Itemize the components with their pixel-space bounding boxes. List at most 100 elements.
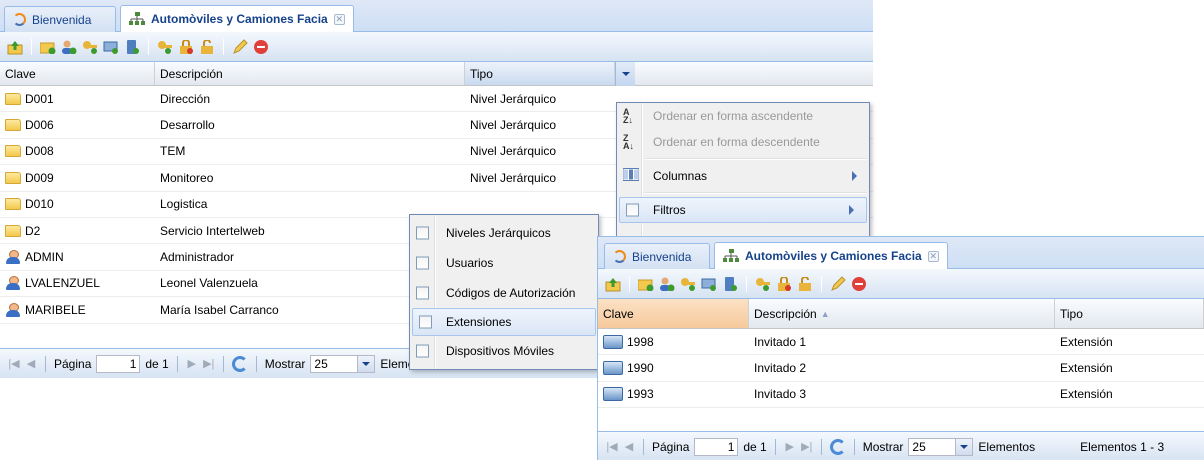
swirl-icon bbox=[613, 250, 626, 263]
next-page-icon[interactable]: ▶ bbox=[784, 440, 796, 453]
filter-item-niveles[interactable]: Niveles Jerárquicos bbox=[410, 218, 598, 248]
cell-tipo: Nivel Jerárquico bbox=[470, 91, 557, 106]
add-device-button[interactable] bbox=[721, 275, 739, 293]
column-header-descripcion[interactable]: Descripción ▲ bbox=[749, 299, 1055, 328]
page-size-select[interactable]: 25 bbox=[908, 437, 974, 456]
page-size-select[interactable]: 25 bbox=[310, 354, 376, 373]
menu-separator bbox=[645, 158, 867, 160]
last-page-icon[interactable]: ▶| bbox=[203, 357, 215, 370]
menu-item-sort-desc[interactable]: Z A↓ Ordenar en forma descendente bbox=[617, 129, 869, 155]
menu-item-columns[interactable]: Columnas bbox=[617, 163, 869, 189]
filter-item-extensiones[interactable]: Extensiones bbox=[412, 308, 596, 336]
close-icon[interactable]: ✕ bbox=[333, 13, 345, 25]
filter-item-usuarios[interactable]: Usuarios bbox=[410, 248, 598, 278]
filter-submenu: Niveles Jerárquicos Usuarios Códigos de … bbox=[409, 214, 599, 370]
tab-bienvenida[interactable]: Bienvenida bbox=[4, 6, 116, 32]
close-icon[interactable]: ✕ bbox=[927, 250, 939, 262]
chevron-down-icon[interactable] bbox=[358, 354, 376, 373]
column-title: Clave bbox=[5, 66, 36, 81]
add-phone-button[interactable] bbox=[700, 275, 718, 293]
grid-header: Clave Descripción Tipo bbox=[0, 62, 873, 86]
table-row[interactable]: 1998 Invitado 1 Extensión bbox=[598, 329, 1204, 356]
add-device-button[interactable] bbox=[123, 38, 141, 56]
org-chart-icon bbox=[129, 12, 145, 26]
cell-clave: D008 bbox=[25, 144, 54, 159]
pager-separator bbox=[222, 355, 224, 372]
filter-item-codigos[interactable]: Códigos de Autorización bbox=[410, 278, 598, 308]
last-page-icon[interactable]: ▶| bbox=[801, 440, 813, 453]
delete-button[interactable] bbox=[252, 38, 270, 56]
assign-key-button[interactable] bbox=[156, 38, 174, 56]
add-key-button[interactable] bbox=[81, 38, 99, 56]
column-menu-trigger[interactable] bbox=[615, 62, 635, 86]
page-label: Página bbox=[54, 356, 92, 371]
checkbox[interactable] bbox=[416, 226, 429, 240]
checkbox[interactable] bbox=[419, 315, 432, 329]
unlock-button[interactable] bbox=[796, 275, 814, 293]
add-user-button[interactable] bbox=[60, 38, 78, 56]
cell-clave: LVALENZUEL bbox=[25, 276, 100, 291]
refresh-icon[interactable] bbox=[231, 355, 248, 372]
table-row[interactable]: 1990 Invitado 2 Extensión bbox=[598, 355, 1204, 382]
upload-button[interactable] bbox=[6, 38, 24, 56]
lock-button[interactable] bbox=[775, 275, 793, 293]
page-count-label: de 1 bbox=[743, 439, 767, 454]
prev-page-icon[interactable]: ◀ bbox=[623, 440, 635, 453]
assign-key-button[interactable] bbox=[754, 275, 772, 293]
sort-desc-icon: Z A↓ bbox=[623, 133, 634, 151]
menu-item-filters[interactable]: Filtros bbox=[619, 197, 867, 223]
cell-clave: D2 bbox=[25, 223, 41, 238]
filter-item-dispositivos[interactable]: Dispositivos Móviles bbox=[410, 336, 598, 366]
column-title: Descripción bbox=[160, 66, 223, 81]
cell-descripcion: Logistica bbox=[160, 197, 208, 212]
table-row[interactable]: 1993 Invitado 3 Extensión bbox=[598, 382, 1204, 409]
upload-button[interactable] bbox=[604, 275, 622, 293]
next-page-icon[interactable]: ▶ bbox=[186, 357, 198, 370]
add-key-button[interactable] bbox=[679, 275, 697, 293]
cell-descripcion: Invitado 3 bbox=[754, 387, 807, 402]
page-input[interactable]: 1 bbox=[694, 437, 739, 456]
column-header-clave[interactable]: Clave bbox=[0, 62, 155, 85]
unlock-button[interactable] bbox=[198, 38, 216, 56]
add-phone-button[interactable] bbox=[102, 38, 120, 56]
checkbox[interactable] bbox=[626, 203, 639, 217]
page-label: Página bbox=[652, 439, 690, 454]
cell-clave: 1998 bbox=[627, 334, 654, 349]
add-folder-button[interactable] bbox=[39, 38, 57, 56]
first-page-icon[interactable]: |◀ bbox=[8, 357, 20, 370]
chevron-down-icon[interactable] bbox=[956, 437, 974, 456]
column-header-tipo[interactable]: Tipo bbox=[1055, 299, 1204, 328]
page-input[interactable]: 1 bbox=[96, 354, 141, 373]
menu-item-sort-asc[interactable]: A Z↓ Ordenar en forma ascendente bbox=[617, 103, 869, 129]
add-folder-button[interactable] bbox=[637, 275, 655, 293]
prev-page-icon[interactable]: ◀ bbox=[25, 357, 37, 370]
record-count-label: Elementos 1 - 3 bbox=[1080, 439, 1165, 454]
delete-button[interactable] bbox=[850, 275, 868, 293]
cell-descripcion: María Isabel Carranco bbox=[160, 302, 279, 317]
page-size-value: 25 bbox=[908, 437, 957, 456]
edit-button[interactable] bbox=[231, 38, 249, 56]
toolbar-separator bbox=[629, 275, 630, 292]
add-user-button[interactable] bbox=[658, 275, 676, 293]
edit-button[interactable] bbox=[829, 275, 847, 293]
first-page-icon[interactable]: |◀ bbox=[606, 440, 618, 453]
pager-separator bbox=[643, 438, 644, 455]
toolbar-separator bbox=[223, 38, 224, 55]
tab-bienvenida[interactable]: Bienvenida bbox=[604, 243, 710, 269]
checkbox[interactable] bbox=[416, 256, 429, 270]
column-header-descripcion[interactable]: Descripción bbox=[155, 62, 465, 85]
sort-asc-icon: A Z↓ bbox=[623, 107, 633, 125]
columns-icon bbox=[622, 168, 640, 185]
lock-button[interactable] bbox=[177, 38, 195, 56]
column-header-tipo[interactable]: Tipo bbox=[465, 62, 615, 85]
checkbox[interactable] bbox=[416, 344, 429, 358]
tab-automoviles[interactable]: Automòviles y Camiones Facia ✕ bbox=[714, 242, 948, 269]
grid-body: 1998 Invitado 1 Extensión 1990 Invitado … bbox=[598, 329, 1204, 409]
tab-automoviles[interactable]: Automòviles y Camiones Facia ✕ bbox=[120, 5, 354, 32]
checkbox[interactable] bbox=[416, 286, 429, 300]
submenu-arrow-icon bbox=[849, 205, 854, 215]
refresh-icon[interactable] bbox=[829, 438, 846, 455]
menu-item-label: Ordenar en forma ascendente bbox=[653, 109, 814, 123]
column-header-clave[interactable]: Clave bbox=[598, 299, 750, 328]
tab-label: Bienvenida bbox=[32, 12, 92, 27]
